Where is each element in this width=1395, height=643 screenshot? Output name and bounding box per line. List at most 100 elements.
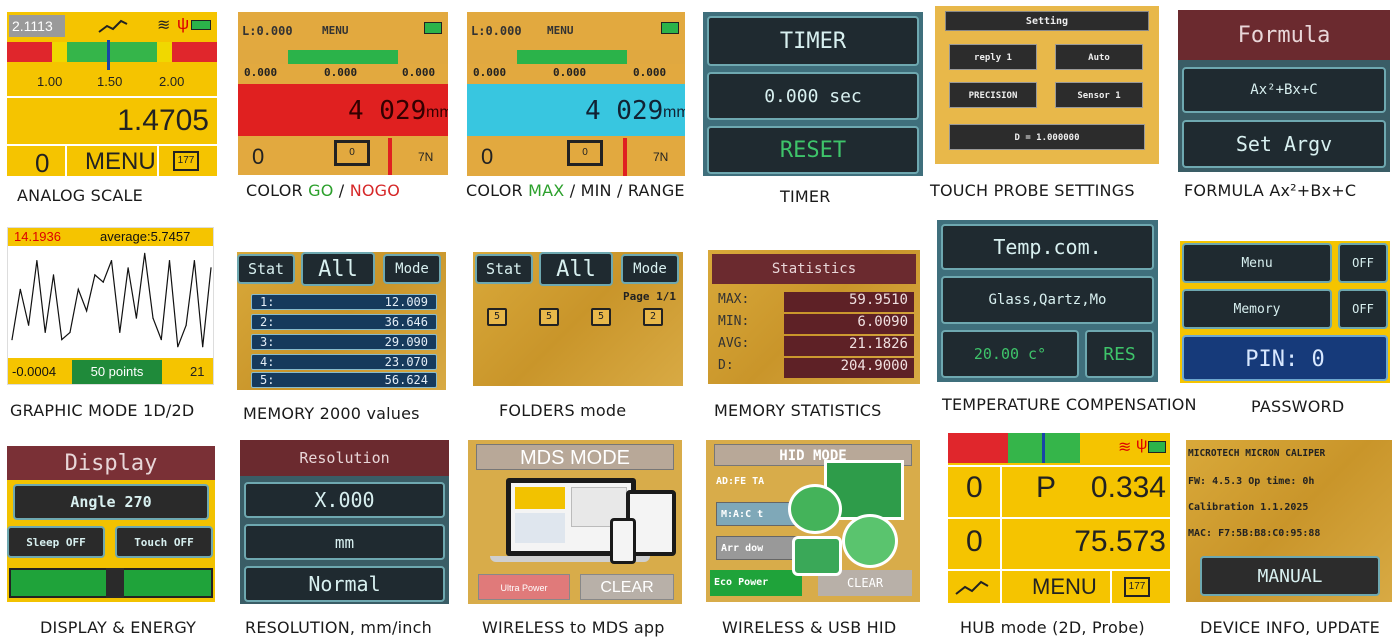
memory-row: 4: 23.070	[251, 354, 437, 370]
trend-icon[interactable]	[954, 579, 990, 597]
folder-icon[interactable]: 5	[487, 308, 507, 326]
scale-label: 2.00	[159, 74, 185, 89]
stat-button[interactable]: Stat	[475, 254, 533, 284]
menu-button[interactable]: MENU	[1032, 574, 1097, 600]
caption-probe: TOUCH PROBE SETTINGS	[930, 181, 1135, 200]
folder-icon[interactable]: 5	[591, 308, 611, 326]
memory-row: 2: 36.646	[251, 314, 437, 330]
ultra-power-button[interactable]: Ultra Power	[478, 574, 570, 600]
format-button[interactable]: X.000	[244, 482, 445, 518]
folder-icon[interactable]: 5	[539, 308, 559, 326]
color-go-bar	[238, 50, 448, 64]
clear-button[interactable]: CLEAR	[580, 574, 674, 600]
folder-icon[interactable]: 177	[173, 151, 199, 171]
timer-reset-button[interactable]: RESET	[707, 126, 919, 174]
mds-title: MDS MODE	[476, 444, 674, 470]
sensor-button[interactable]: Sensor 1	[1055, 82, 1143, 108]
set-argv-button[interactable]: Set Argv	[1182, 120, 1386, 168]
brightness-slider[interactable]	[9, 568, 213, 598]
caption-temp: TEMPERATURE COMPENSATION	[942, 395, 1197, 414]
res-button[interactable]: RES	[1085, 330, 1154, 378]
hub-color-bar: ≋ ψ	[948, 433, 1170, 463]
color-go-menu[interactable]: MENU	[322, 24, 349, 37]
data-point	[52, 274, 55, 276]
analog-color-bar	[7, 40, 217, 70]
hub-row2-count: 0	[966, 525, 983, 558]
angle-button[interactable]: Angle 270	[13, 484, 209, 520]
unit-button[interactable]: mm	[244, 524, 445, 560]
stats-row: AVG: 21.1826	[708, 336, 920, 356]
memory-row: 5: 56.624	[251, 372, 437, 388]
mode-button[interactable]: Mode	[621, 254, 679, 284]
value-cell: 0.000	[244, 66, 278, 79]
usb-icon: ψ	[1136, 436, 1148, 453]
data-point	[177, 346, 179, 348]
caption-folders: FOLDERS mode	[499, 401, 627, 420]
formula-expression[interactable]: Ax²+Bx+C	[1182, 67, 1386, 113]
mode-button[interactable]: Mode	[383, 254, 441, 284]
graphic-header: 14.1936 average:5.7457	[8, 228, 213, 246]
caption-password: PASSWORD	[1251, 397, 1345, 416]
folder-icon[interactable]: 0	[334, 140, 370, 166]
temp-value[interactable]: 20.00 c°	[941, 330, 1079, 378]
color-max-menu[interactable]: MENU	[547, 24, 574, 37]
menu-off-toggle[interactable]: OFF	[1338, 243, 1388, 283]
data-point	[36, 260, 38, 262]
auto-button[interactable]: Auto	[1055, 44, 1143, 70]
hub-row1-value: 0.334	[1090, 471, 1166, 504]
pin-field[interactable]: PIN: 0	[1182, 335, 1388, 381]
memory-row: 1: 12.009	[251, 294, 437, 310]
device-name: MICROTECH MICRON CALIPER	[1188, 448, 1326, 459]
caption-hub: HUB mode (2D, Probe)	[960, 618, 1145, 637]
data-point	[86, 310, 88, 312]
points-button[interactable]: 50 points	[72, 360, 162, 384]
data-point	[102, 281, 104, 283]
wifi-icon: ≋	[157, 17, 171, 34]
data-point	[19, 288, 21, 290]
menu-button[interactable]: Menu	[1182, 243, 1332, 283]
caption-memory: MEMORY 2000 values	[243, 404, 420, 423]
unit-label: mm	[663, 104, 685, 121]
mac-address: MAC: F7:5B:B8:C0:95:88	[1188, 528, 1321, 539]
reply-button[interactable]: reply 1	[949, 44, 1037, 70]
folder-icon[interactable]: 177	[1124, 577, 1150, 597]
color-max-left: L:0.000	[471, 24, 522, 38]
all-button[interactable]: All	[301, 252, 375, 286]
manual-button[interactable]: MANUAL	[1200, 556, 1380, 596]
mode-button[interactable]: Normal	[244, 566, 445, 602]
left-count: 0	[252, 144, 265, 169]
memory-button[interactable]: Memory	[1182, 289, 1332, 329]
data-point	[94, 274, 96, 276]
touch-button[interactable]: Touch OFF	[115, 526, 213, 558]
timer-title: TIMER	[707, 16, 919, 66]
data-point	[110, 260, 113, 262]
caption-analog: ANALOG SCALE	[17, 186, 143, 205]
scale-label: 1.50	[97, 74, 123, 89]
all-button[interactable]: All	[539, 252, 613, 286]
d-value-field[interactable]: D = 1.000000	[949, 124, 1145, 150]
analog-menu-button[interactable]: MENU	[85, 148, 156, 176]
battery-icon	[424, 22, 442, 34]
display-screen: Display Angle 270 Sleep OFF Touch OFF	[7, 446, 215, 602]
stats-row: MAX: 59.9510	[708, 292, 920, 312]
data-point	[185, 324, 187, 326]
color-max-reading-area: 4 029 mm	[467, 84, 685, 136]
data-point	[61, 339, 63, 341]
folder-icon[interactable]: 0	[567, 140, 603, 166]
usb-icon: ψ	[177, 14, 190, 33]
color-go-reading: 4 029	[348, 96, 427, 126]
graphic-footer: -0.0004 50 points 21	[8, 358, 213, 384]
memory-off-toggle[interactable]: OFF	[1338, 289, 1388, 329]
trend-icon	[98, 19, 128, 33]
stats-row: MIN: 6.0090	[708, 314, 920, 334]
stat-button[interactable]: Stat	[237, 254, 295, 284]
material-button[interactable]: Glass,Qartz,Mo	[941, 276, 1154, 324]
sleep-button[interactable]: Sleep OFF	[7, 526, 105, 558]
folders-screen: Stat All Mode Page 1/1 5 5 5 2	[473, 252, 683, 386]
folder-icon[interactable]: 2	[643, 308, 663, 326]
hub-row1-count: 0	[966, 471, 983, 504]
slider-thumb[interactable]	[106, 568, 124, 598]
temp-title: Temp.com.	[941, 224, 1154, 270]
precision-button[interactable]: PRECISION	[949, 82, 1037, 108]
caption-timer: TIMER	[780, 187, 831, 206]
